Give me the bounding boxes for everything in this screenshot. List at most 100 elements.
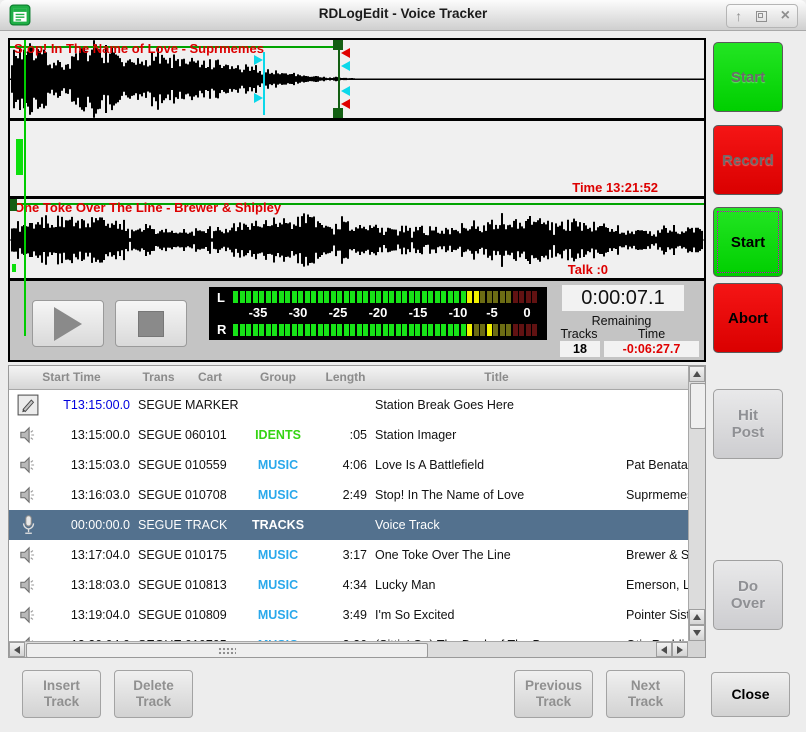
cell-trans: SEGUE xyxy=(138,540,182,570)
vu-segment xyxy=(526,324,531,336)
segue-end-handle-icon[interactable] xyxy=(341,61,350,71)
scroll-up-button[interactable] xyxy=(689,366,705,382)
scroll-left-button[interactable] xyxy=(656,642,672,657)
vu-segment xyxy=(383,291,388,303)
scroll-right-button[interactable] xyxy=(672,642,688,657)
waveform-track-voice[interactable]: Time 13:21:52 xyxy=(10,121,704,196)
vu-left-label: L xyxy=(217,290,225,305)
fade-marker-handle-icon[interactable] xyxy=(341,99,350,109)
column-header-group[interactable]: Group xyxy=(237,366,320,390)
horizontal-scroll-thumb[interactable] xyxy=(26,643,428,658)
column-header-artist[interactable] xyxy=(621,366,688,390)
cell-start-time: 13:15:03.0 xyxy=(45,450,130,480)
scroll-left-button[interactable] xyxy=(9,642,25,657)
vu-segment xyxy=(311,324,316,336)
cell-start-time: T13:15:00.0 xyxy=(45,390,130,420)
vu-segment xyxy=(409,324,414,336)
start-next-button[interactable]: Start xyxy=(713,207,783,277)
cell-title: I'm So Excited xyxy=(375,600,619,630)
insert-track-button[interactable]: Insert Track xyxy=(22,670,101,718)
vu-segment xyxy=(272,291,277,303)
record-button[interactable]: Record xyxy=(713,125,783,195)
column-header-trans[interactable]: Trans xyxy=(134,366,184,390)
end-marker-square[interactable] xyxy=(333,108,343,118)
column-header-start-time[interactable]: Start Time xyxy=(9,366,135,390)
vu-segment xyxy=(415,324,420,336)
segue-marker-handle-icon[interactable] xyxy=(254,93,263,103)
vu-segment xyxy=(448,324,453,336)
titlebar[interactable]: RDLogEdit - Voice Tracker ↑ × xyxy=(0,0,806,31)
segue-marker-line[interactable] xyxy=(263,52,265,115)
cell-cart: 010705 xyxy=(185,630,227,641)
vu-segment xyxy=(493,324,498,336)
waveform-track-next-cart[interactable]: One Toke Over The Line - Brewer & Shiple… xyxy=(10,199,704,278)
vu-left-bar xyxy=(233,291,539,303)
vu-segment xyxy=(279,291,284,303)
start-marker-square[interactable] xyxy=(10,199,17,211)
hit-post-button[interactable]: Hit Post xyxy=(713,389,783,459)
cell-group: MUSIC xyxy=(237,630,319,641)
close-window-icon[interactable]: × xyxy=(774,5,797,27)
cell-cart: MARKER xyxy=(185,390,238,420)
cell-cart: 010809 xyxy=(185,600,227,630)
vertical-scroll-thumb[interactable] xyxy=(690,383,706,429)
play-button[interactable] xyxy=(32,300,104,347)
abort-button[interactable]: Abort xyxy=(713,283,783,353)
vu-segment xyxy=(428,324,433,336)
speaker-icon xyxy=(17,604,39,626)
start-previous-button[interactable]: Start xyxy=(713,42,783,112)
close-button[interactable]: Close xyxy=(711,672,790,717)
vu-segment xyxy=(305,291,310,303)
cell-trans: SEGUE xyxy=(138,600,182,630)
vu-segment xyxy=(370,324,375,336)
cell-cart: 010813 xyxy=(185,570,227,600)
scroll-up-button[interactable] xyxy=(689,609,705,625)
log-row[interactable]: 13:17:04.0SEGUE010175MUSIC3:17One Toke O… xyxy=(9,540,688,570)
log-row[interactable]: 13:19:04.0SEGUE010809MUSIC3:49I'm So Exc… xyxy=(9,600,688,630)
stop-button[interactable] xyxy=(115,300,187,347)
segue-marker-handle-icon[interactable] xyxy=(254,55,263,65)
cell-group: IDENTS xyxy=(237,420,319,450)
speaker-icon xyxy=(17,454,39,476)
next-track-button[interactable]: Next Track xyxy=(606,670,685,718)
marker-note-icon xyxy=(17,394,39,416)
shade-window-icon[interactable]: ↑ xyxy=(727,5,750,27)
cell-length: 3:26 xyxy=(321,630,367,641)
vu-segment xyxy=(389,291,394,303)
log-row[interactable]: 00:00:00.0SEGUETRACKTRACKSVoice Track xyxy=(9,510,688,540)
vu-segment xyxy=(435,291,440,303)
log-row[interactable]: 13:20:04.0SEGUE010705MUSIC3:26(Sittin' O… xyxy=(9,630,688,641)
cell-artist xyxy=(626,420,688,450)
cell-title: Station Break Goes Here xyxy=(375,390,619,420)
end-marker-line[interactable] xyxy=(338,40,340,118)
segue-end-handle-icon[interactable] xyxy=(341,86,350,96)
vu-segment xyxy=(519,324,524,336)
vu-segment xyxy=(474,324,479,336)
time-remaining-value: -0:06:27.7 xyxy=(604,341,699,357)
cell-trans: SEGUE xyxy=(138,420,182,450)
maximize-window-icon[interactable] xyxy=(750,5,773,27)
log-row[interactable]: T13:15:00.0SEGUEMARKERStation Break Goes… xyxy=(9,390,688,420)
time-remaining-label: Time xyxy=(604,327,699,341)
delete-track-button[interactable]: Delete Track xyxy=(114,670,193,718)
vertical-scrollbar[interactable] xyxy=(688,366,705,641)
scroll-down-button[interactable] xyxy=(689,625,705,641)
cell-title: Station Imager xyxy=(375,420,619,450)
cell-group: MUSIC xyxy=(237,540,319,570)
do-over-button[interactable]: Do Over xyxy=(713,560,783,630)
fade-marker-handle-icon[interactable] xyxy=(341,48,350,58)
column-header-length[interactable]: Length xyxy=(319,366,373,390)
log-row[interactable]: 13:15:03.0SEGUE010559MUSIC4:06Love Is A … xyxy=(9,450,688,480)
column-header-cart[interactable]: Cart xyxy=(183,366,238,390)
log-row[interactable]: 13:18:03.0SEGUE010813MUSIC4:34Lucky ManE… xyxy=(9,570,688,600)
cell-start-time: 13:15:00.0 xyxy=(45,420,130,450)
vu-segment xyxy=(337,324,342,336)
waveform-track-previous-cart[interactable]: Stop! In The Name of Love - Suprmemes xyxy=(10,40,704,118)
cell-artist: Pointer Sisters xyxy=(626,600,688,630)
log-row[interactable]: 13:16:03.0SEGUE010708MUSIC2:49Stop! In T… xyxy=(9,480,688,510)
vu-segment xyxy=(513,291,518,303)
column-header-title[interactable]: Title xyxy=(372,366,622,390)
previous-track-button[interactable]: Previous Track xyxy=(514,670,593,718)
horizontal-scrollbar[interactable] xyxy=(9,641,688,657)
log-row[interactable]: 13:15:00.0SEGUE060101IDENTS:05Station Im… xyxy=(9,420,688,450)
